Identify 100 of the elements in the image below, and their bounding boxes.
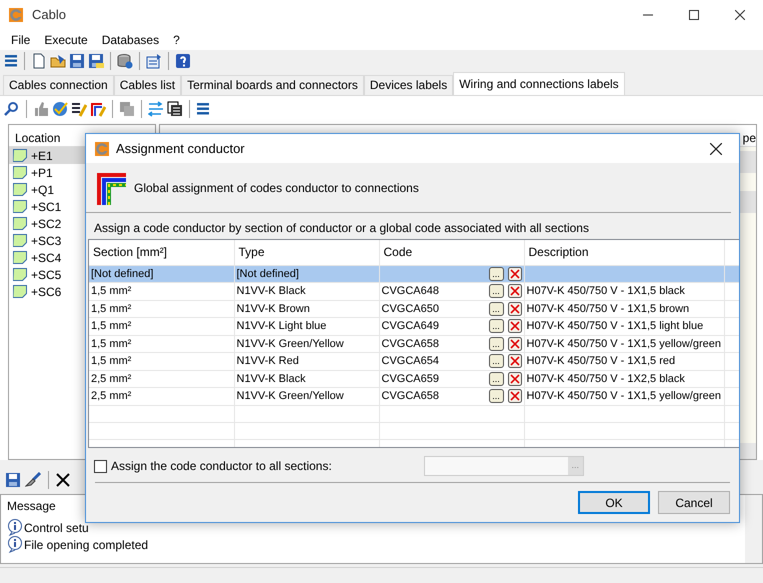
thumbs-up-icon[interactable] — [33, 101, 49, 117]
delete-icon[interactable] — [508, 372, 522, 386]
table-cell: 1,5 mm² — [89, 352, 234, 370]
table-row[interactable]: 1,5 mm² N1VV-K Light blue CVGCA649 ... H07V-K 450/750 V - 1X1,5 light blue — [89, 318, 739, 335]
table-cell: [Not defined] — [89, 265, 234, 282]
table-cell-text: CVGCA648 — [382, 284, 439, 299]
browse-button[interactable]: ... — [488, 372, 504, 386]
checkbox[interactable] — [94, 460, 107, 472]
search-icon[interactable] — [4, 101, 20, 117]
table-row[interactable]: 1,5 mm² N1VV-K Green/Yellow CVGCA658 ... H07V-K 450/750 V - 1X1,5 yellow/green — [89, 335, 739, 352]
table-cell-text: CVGCA658 — [382, 336, 439, 352]
table-cell: H07V-K 450/750 V - 1X1,5 brown — [524, 300, 724, 318]
table-cell: 1,5 mm² — [89, 282, 234, 300]
browse-button[interactable]: ... — [488, 319, 504, 334]
info-icon — [7, 519, 23, 536]
table-cell: N1VV-K Brown — [234, 300, 379, 318]
table-cell: H07V-K 450/750 V - 1X1,5 light blue — [524, 318, 724, 335]
tree-item[interactable]: +P1 — [9, 164, 155, 181]
delete-icon[interactable] — [508, 389, 522, 404]
location-tag-icon — [13, 166, 27, 179]
table-row[interactable]: [Not defined] [Not defined] ... — [89, 265, 739, 282]
documents-icon[interactable] — [167, 101, 183, 117]
tree-item[interactable]: +SC1 — [9, 198, 155, 215]
table-cell: N1VV-K Red — [234, 352, 379, 370]
table-cell: 1,5 mm² — [89, 300, 234, 318]
table-cell: 1,5 mm² — [89, 318, 234, 335]
table-cell: N1VV-K Green/Yellow — [234, 335, 379, 352]
table-cell: 2,5 mm² — [89, 388, 234, 405]
column-header: Code — [379, 240, 524, 265]
location-tag-icon — [13, 285, 27, 298]
database-icon[interactable] — [117, 53, 133, 69]
delete-icon[interactable] — [508, 284, 522, 298]
menu-item[interactable]: Execute — [37, 31, 95, 49]
table-row[interactable]: 2,5 mm² N1VV-K Black CVGCA659 ... H07V-K 450/750 V - 1X2,5 black — [89, 370, 739, 388]
delete-icon[interactable] — [508, 354, 522, 368]
table-cell: H07V-K 450/750 V - 1X1,5 red — [524, 352, 724, 370]
table-cell: H07V-K 450/750 V - 1X1,5 yellow/green — [524, 335, 724, 352]
browse-button[interactable]: ... — [488, 266, 504, 281]
delete-icon[interactable] — [508, 302, 522, 316]
delete-icon[interactable] — [56, 473, 70, 487]
browse-button[interactable]: ... — [488, 354, 504, 368]
app-logo-icon — [94, 140, 110, 156]
browse-button[interactable]: ... — [488, 389, 504, 404]
location-tag-icon — [13, 234, 27, 247]
table-cell-text: CVGCA649 — [382, 319, 439, 334]
info-icon — [7, 536, 23, 553]
help-icon[interactable] — [175, 53, 191, 69]
app-logo-icon — [8, 7, 24, 23]
menu-item[interactable]: File — [4, 31, 38, 49]
brush-icon[interactable] — [25, 472, 41, 488]
close-icon[interactable] — [710, 142, 722, 154]
wires-edit-icon[interactable] — [90, 101, 106, 117]
table-row[interactable]: 1,5 mm² N1VV-K Red CVGCA654 ... H07V-K 450/750 V - 1X1,5 red — [89, 352, 739, 370]
ok-button[interactable]: OK — [578, 491, 650, 514]
location-tag-icon — [13, 251, 27, 264]
browse-button[interactable]: ... — [488, 284, 504, 298]
menu-item[interactable]: ? — [166, 31, 187, 49]
tab[interactable]: Terminal boards and connectors — [181, 75, 364, 95]
tab[interactable]: Cables connection — [3, 75, 114, 95]
table-row[interactable]: 2,5 mm² N1VV-K Green/Yellow CVGCA658 ... H07V-K 450/750 V - 1X1,5 yellow/green — [89, 388, 739, 405]
globe-check-icon[interactable] — [52, 101, 68, 117]
location-tag-icon — [13, 149, 27, 162]
folder-icon[interactable] — [50, 53, 66, 69]
conductors-icon — [96, 170, 126, 204]
location-tag-icon — [13, 217, 27, 230]
document-icon[interactable] — [31, 53, 47, 69]
menu-icon[interactable] — [196, 101, 210, 117]
save-as-icon[interactable] — [88, 53, 104, 69]
delete-icon[interactable] — [508, 319, 522, 334]
table-row[interactable]: 1,5 mm² N1VV-K Brown CVGCA650 ... H07V-K 450/750 V - 1X1,5 brown — [89, 300, 739, 318]
table-cell: N1VV-K Green/Yellow — [234, 388, 379, 405]
menu-icon[interactable] — [4, 53, 18, 69]
window-title: Cablo — [32, 6, 67, 24]
menu-item[interactable]: Databases — [94, 31, 166, 49]
browse-button[interactable]: ... — [488, 302, 504, 316]
tab[interactable]: Cables list — [114, 75, 182, 95]
tab[interactable]: Devices labels — [364, 75, 454, 95]
table-cell: H07V-K 450/750 V - 1X1,5 yellow/green — [524, 388, 724, 405]
browse-button[interactable]: ... — [488, 336, 504, 351]
close-icon[interactable] — [735, 10, 745, 20]
maximize-icon[interactable] — [689, 10, 699, 20]
vertical-scrollbar[interactable] — [745, 495, 762, 563]
save-icon[interactable] — [5, 472, 21, 488]
delete-icon[interactable] — [508, 266, 522, 281]
column-header: pe — [742, 131, 756, 145]
table-cell: H07V-K 450/750 V - 1X1,5 black — [524, 282, 724, 300]
column-header: Description — [524, 240, 724, 265]
table-cell-text: CVGCA650 — [382, 302, 439, 316]
cancel-button[interactable]: Cancel — [658, 491, 730, 514]
list-edit-icon[interactable] — [71, 101, 87, 117]
tab[interactable]: Wiring and connections labels — [453, 72, 625, 95]
checkbox-label: Assign the code conductor to all sections: — [111, 458, 332, 475]
table-cell: H07V-K 450/750 V - 1X2,5 black — [524, 370, 724, 388]
message-text: File opening completed — [24, 536, 148, 554]
table-cell-text: CVGCA659 — [382, 372, 439, 386]
table-cell: N1VV-K Black — [234, 370, 379, 388]
table-row[interactable]: 1,5 mm² N1VV-K Black CVGCA648 ... H07V-K 450/750 V - 1X1,5 black — [89, 282, 739, 300]
save-icon[interactable] — [69, 53, 85, 69]
delete-icon[interactable] — [508, 336, 522, 351]
copy-icon[interactable] — [119, 101, 135, 117]
